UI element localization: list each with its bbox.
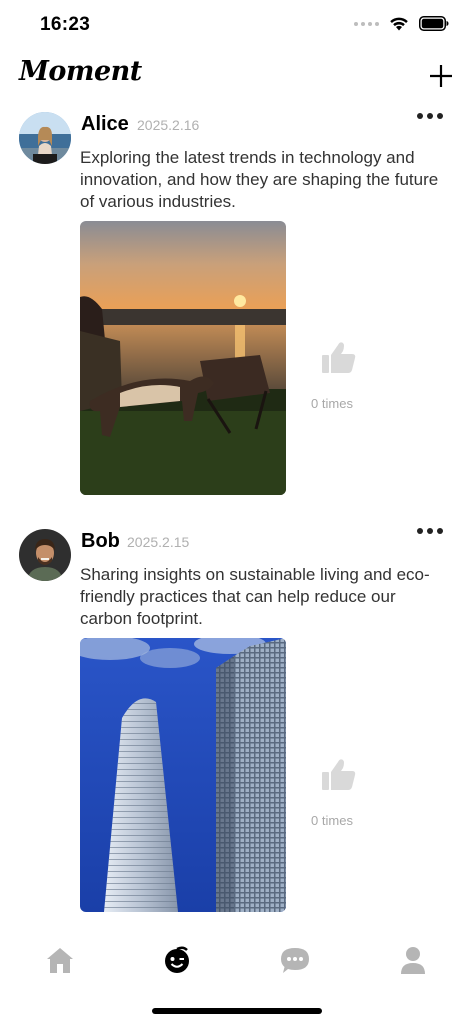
like-button[interactable] xyxy=(319,755,359,795)
author-name[interactable]: Bob xyxy=(81,530,120,553)
more-dot-icon xyxy=(437,113,443,119)
avatar[interactable] xyxy=(19,112,71,164)
post-date: 2025.2.16 xyxy=(137,117,200,133)
header: Moment xyxy=(0,52,473,98)
tab-messages[interactable] xyxy=(275,940,315,980)
more-dot-icon xyxy=(427,528,433,534)
more-dot-icon xyxy=(417,528,423,534)
wifi-icon xyxy=(390,17,408,31)
status-bar: 16:23 xyxy=(0,0,473,50)
wink-face-icon xyxy=(165,946,189,973)
home-icon xyxy=(47,948,73,973)
status-icons xyxy=(354,16,449,31)
battery-icon xyxy=(419,16,449,31)
more-options-button[interactable] xyxy=(417,525,443,537)
post-date: 2025.2.15 xyxy=(127,534,190,550)
post-image-skyscrapers[interactable] xyxy=(80,638,286,912)
post-text: Sharing insights on sustainable living a… xyxy=(80,565,430,628)
more-dot-icon xyxy=(437,528,443,534)
tab-bar xyxy=(0,936,473,984)
status-time: 16:23 xyxy=(40,14,91,35)
cellular-signal-icon xyxy=(354,21,379,26)
more-dot-icon xyxy=(427,113,433,119)
thumbs-up-icon xyxy=(322,759,356,790)
page-title: Moment xyxy=(19,56,142,87)
more-dot-icon xyxy=(417,113,423,119)
add-post-button[interactable] xyxy=(427,62,455,90)
thumbs-up-icon xyxy=(322,342,356,373)
chat-bubble-icon xyxy=(281,948,309,973)
like-button[interactable] xyxy=(319,338,359,378)
tab-home[interactable] xyxy=(40,940,80,980)
like-count: 0 times xyxy=(311,396,353,411)
author-name[interactable]: Alice xyxy=(81,113,129,136)
more-options-button[interactable] xyxy=(417,110,443,122)
tab-moment[interactable] xyxy=(157,940,197,980)
tab-profile[interactable] xyxy=(393,940,433,980)
like-count: 0 times xyxy=(311,813,353,828)
user-icon xyxy=(401,947,425,974)
home-indicator[interactable] xyxy=(152,1008,322,1014)
post-image-sunset[interactable] xyxy=(80,221,286,495)
plus-icon xyxy=(430,65,452,87)
post-text: Exploring the latest trends in technolog… xyxy=(80,148,439,211)
avatar[interactable] xyxy=(19,529,71,581)
